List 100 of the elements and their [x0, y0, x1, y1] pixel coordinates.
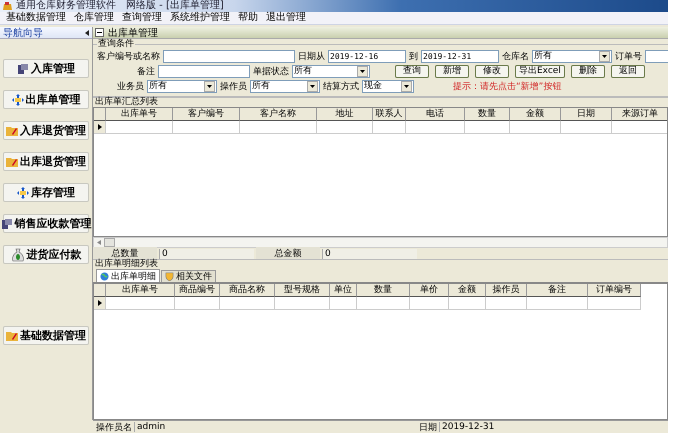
- input-field[interactable]: [163, 50, 295, 63]
- column-header[interactable]: 出库单号: [106, 108, 173, 121]
- column-header[interactable]: 金额: [449, 284, 486, 297]
- shield-icon: [165, 272, 174, 281]
- column-header[interactable]: 单价: [410, 284, 449, 297]
- collapse-icon[interactable]: [85, 30, 89, 36]
- status-label: 日期: [418, 422, 438, 433]
- table-cell[interactable]: [106, 121, 173, 134]
- arrows-icon: [17, 186, 29, 198]
- nav-button[interactable]: 库存管理: [3, 183, 89, 202]
- action-button[interactable]: 新增: [435, 65, 469, 78]
- table-cell[interactable]: [486, 297, 527, 310]
- globe-icon: [100, 272, 109, 280]
- column-header[interactable]: 单位: [330, 284, 357, 297]
- tab[interactable]: 出库单明细: [96, 269, 160, 282]
- field-label: 仓库名: [502, 50, 529, 63]
- action-button[interactable]: 返回: [610, 65, 645, 78]
- table-cell[interactable]: [275, 297, 330, 310]
- column-header[interactable]: 数量: [465, 108, 510, 121]
- column-header[interactable]: 金额: [510, 108, 561, 121]
- status-label: 操作员名: [95, 422, 133, 433]
- table-cell[interactable]: [406, 121, 465, 134]
- field-label: 日期从: [298, 50, 325, 63]
- table-cell[interactable]: [373, 121, 406, 134]
- input-field[interactable]: [158, 65, 250, 78]
- scrollbar-thumb[interactable]: [104, 238, 115, 247]
- table-cell[interactable]: [449, 297, 486, 310]
- date-field[interactable]: 2019-12-16: [328, 50, 406, 63]
- menu-item[interactable]: 仓库管理: [74, 12, 114, 24]
- column-header[interactable]: 地址: [317, 108, 373, 121]
- column-header[interactable]: 来源订单: [612, 108, 667, 121]
- column-header[interactable]: 订单编号: [588, 284, 641, 297]
- table-cell[interactable]: [106, 297, 175, 310]
- menu-item[interactable]: 帮助: [238, 12, 258, 24]
- group-title: 查询条件: [97, 39, 135, 49]
- column-header[interactable]: 数量: [357, 284, 410, 297]
- field-label: 备注: [137, 66, 155, 78]
- field-label: 客户编号或名称: [97, 50, 160, 63]
- row-header-cell[interactable]: [94, 297, 106, 310]
- column-header[interactable]: 型号规格: [275, 284, 330, 297]
- scroll-left-icon[interactable]: [97, 240, 101, 245]
- table-cell[interactable]: [220, 297, 275, 310]
- table-cell[interactable]: [410, 297, 449, 310]
- money-bag-icon: [10, 248, 24, 262]
- table-cell[interactable]: [588, 297, 641, 310]
- horizontal-scrollbar[interactable]: [93, 237, 668, 248]
- table-cell[interactable]: [240, 121, 317, 134]
- table-cell[interactable]: [173, 121, 240, 134]
- action-button[interactable]: 删除: [570, 65, 605, 78]
- table-cell[interactable]: [510, 121, 561, 134]
- row-header-cell[interactable]: [94, 121, 106, 134]
- column-header[interactable]: 客户编号: [173, 108, 240, 121]
- dropdown[interactable]: 现金: [362, 80, 414, 93]
- column-header[interactable]: 商品名称: [220, 284, 275, 297]
- field-label: 操作员: [220, 80, 247, 93]
- table-cell[interactable]: [330, 297, 357, 310]
- column-header[interactable]: 出库单号: [106, 284, 175, 297]
- table-cell[interactable]: [465, 121, 510, 134]
- panel-title: 出库单管理: [108, 26, 158, 38]
- collapse-toggle[interactable]: [95, 28, 104, 37]
- total-value: 0: [159, 248, 254, 258]
- column-header[interactable]: 备注: [527, 284, 588, 297]
- app-icon: [3, 2, 13, 10]
- menu-item[interactable]: 查询管理: [122, 12, 162, 24]
- nav-button[interactable]: 出库退货管理: [3, 152, 89, 171]
- column-header[interactable]: 商品编号: [175, 284, 220, 297]
- nav-button[interactable]: 入库退货管理: [3, 121, 89, 140]
- nav-button[interactable]: 基础数据管理: [3, 326, 89, 345]
- column-header[interactable]: 操作员: [486, 284, 527, 297]
- action-button[interactable]: 查询: [395, 65, 429, 78]
- table-cell[interactable]: [357, 297, 410, 310]
- table-cell[interactable]: [317, 121, 373, 134]
- nav-button[interactable]: 销售应收款管理: [3, 214, 89, 233]
- total-value: 0: [322, 248, 417, 258]
- status-value: 2019-12-31: [439, 422, 494, 432]
- tab[interactable]: 相关文件: [161, 270, 216, 282]
- sidebar-title: 导航向导: [3, 26, 43, 40]
- menu-item[interactable]: 基础数据管理: [6, 12, 66, 24]
- total-label: 总金额: [256, 247, 320, 260]
- field-label: 订单号: [615, 50, 642, 63]
- column-header[interactable]: 联系人: [373, 108, 406, 121]
- field-label: 业务员: [117, 80, 144, 93]
- column-header[interactable]: 电话: [406, 108, 465, 121]
- hint-text: 提示：请先点击“新增”按钮: [453, 80, 562, 93]
- nav-button[interactable]: 入库管理: [3, 59, 89, 78]
- table-cell[interactable]: [561, 121, 612, 134]
- folder-icon: [6, 330, 18, 342]
- table-cell[interactable]: [527, 297, 588, 310]
- field-label: 单据状态: [253, 66, 289, 78]
- menu-item[interactable]: 退出管理: [266, 12, 306, 24]
- nav-button[interactable]: 出库单管理: [3, 90, 89, 109]
- date-field[interactable]: 2019-12-31: [421, 50, 499, 63]
- column-header[interactable]: 客户名称: [240, 108, 317, 121]
- table-cell[interactable]: [175, 297, 220, 310]
- action-button[interactable]: 修改: [475, 65, 509, 78]
- action-button[interactable]: 导出Excel: [515, 65, 565, 78]
- menu-item[interactable]: 系统维护管理: [170, 12, 230, 24]
- row-indicator-icon: [98, 124, 102, 130]
- nav-button[interactable]: 进货应付款: [3, 245, 89, 264]
- column-header[interactable]: 日期: [561, 108, 612, 121]
